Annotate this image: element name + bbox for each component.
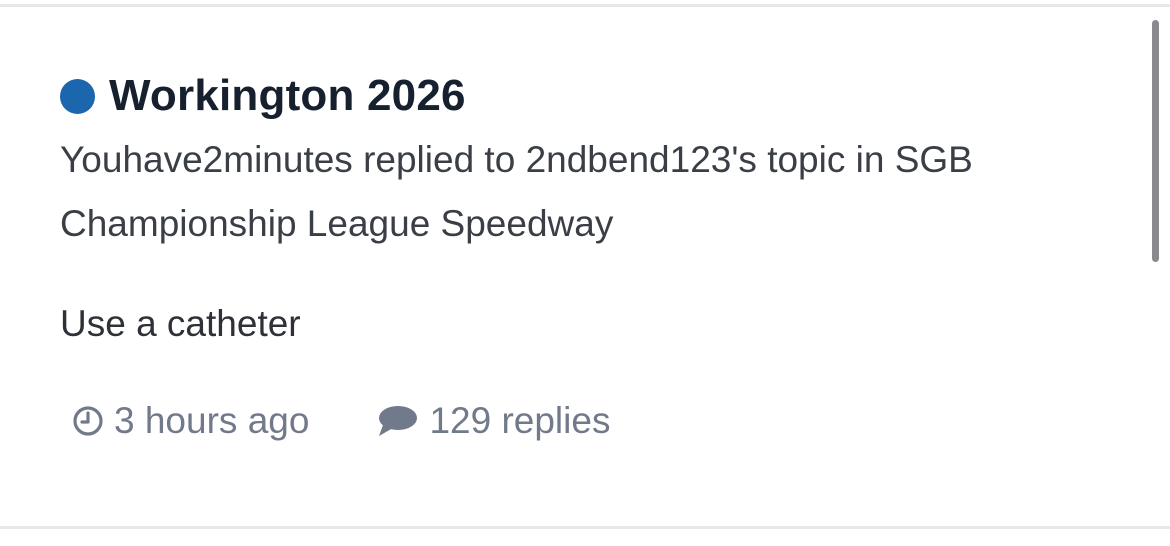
- activity-description: Youhave2minutes replied to 2ndbend123's …: [60, 139, 973, 244]
- scrollbar[interactable]: [1152, 20, 1159, 262]
- activity-item[interactable]: Workington 2026 Youhave2minutes replied …: [60, 64, 1120, 442]
- top-divider: [0, 4, 1170, 7]
- replies-count[interactable]: 129 replies: [377, 400, 610, 442]
- timestamp: 3 hours ago: [72, 400, 309, 442]
- meta-row: 3 hours ago 129 replies: [72, 400, 1120, 442]
- title-row: Workington 2026: [60, 64, 1120, 128]
- timestamp-label: 3 hours ago: [114, 400, 310, 441]
- post-snippet: Use a catheter: [60, 303, 301, 344]
- clock-icon: [72, 405, 104, 437]
- activity-feed: Workington 2026 Youhave2minutes replied …: [0, 0, 1170, 546]
- bottom-divider: [0, 526, 1170, 529]
- topic-title-link[interactable]: Workington 2026: [109, 71, 466, 121]
- unread-indicator: [60, 78, 95, 114]
- replies-label: 129 replies: [429, 400, 611, 441]
- comment-icon: [377, 404, 419, 438]
